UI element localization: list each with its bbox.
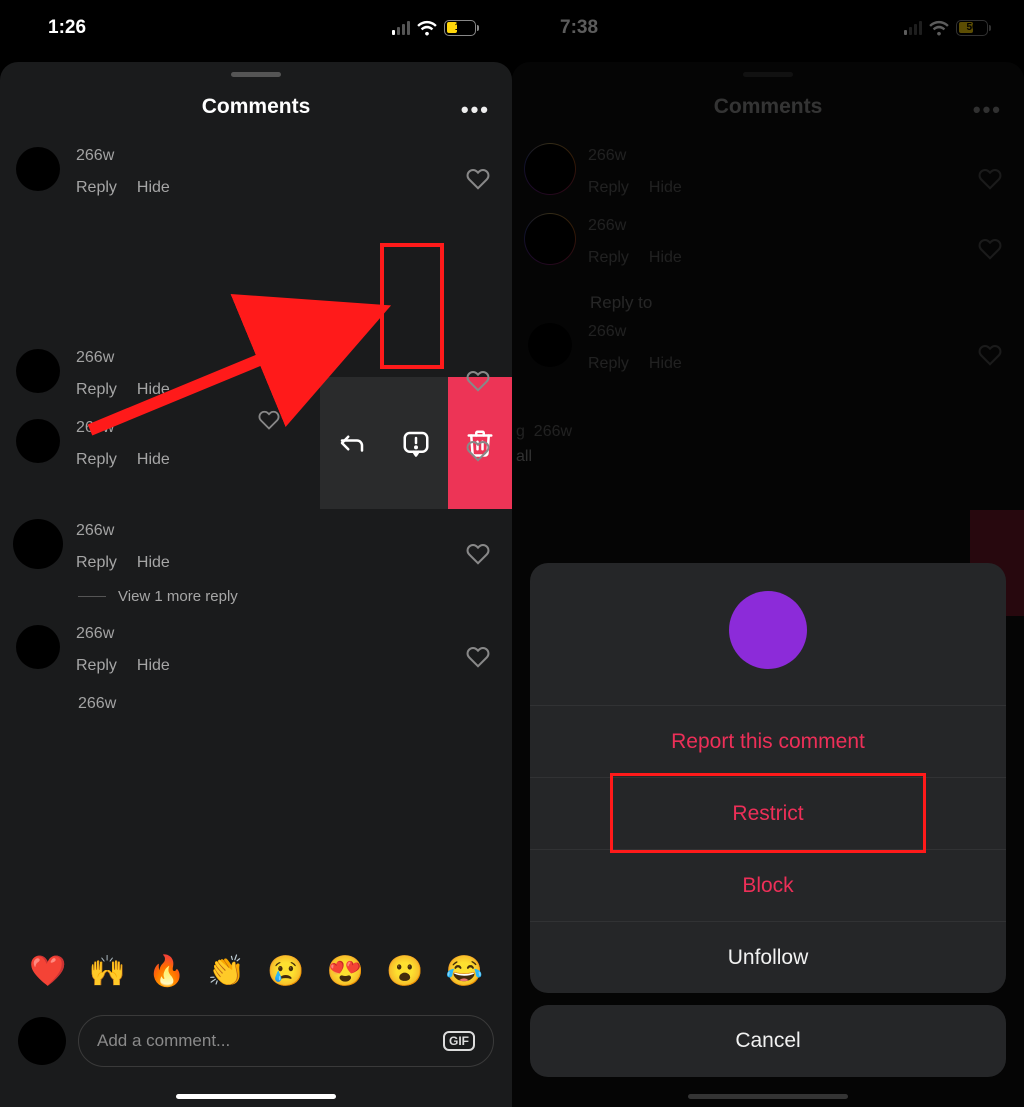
action-sheet: Report this comment Restrict Block Unfol…: [530, 563, 1006, 1089]
like-button[interactable]: [466, 369, 490, 393]
battery-indicator: 11: [444, 20, 476, 36]
my-avatar[interactable]: [18, 1017, 66, 1065]
home-indicator[interactable]: [176, 1094, 336, 1099]
sheet-title: Comments: [202, 95, 311, 119]
reply-button[interactable]: Reply: [76, 657, 117, 675]
like-button[interactable]: [466, 542, 490, 566]
comment-row[interactable]: 266w Reply Hide: [0, 409, 512, 479]
reply-button[interactable]: Reply: [76, 179, 117, 197]
avatar[interactable]: [16, 419, 60, 463]
comment-timestamp: 266w: [78, 695, 496, 713]
emoji-quick-bar: ❤️ 🙌 🔥 👏 😢 😍 😮 😂: [0, 954, 512, 989]
unfollow-button[interactable]: Unfollow: [530, 921, 1006, 993]
emoji-heart[interactable]: ❤️: [29, 954, 66, 989]
emoji-surprised[interactable]: 😮: [386, 954, 423, 989]
cancel-button[interactable]: Cancel: [530, 1005, 1006, 1077]
reply-button[interactable]: Reply: [76, 554, 117, 572]
comment-timestamp: 266w: [76, 419, 496, 437]
status-time: 1:26: [48, 17, 86, 39]
emoji-fire[interactable]: 🔥: [148, 954, 185, 989]
report-comment-button[interactable]: Report this comment: [530, 705, 1006, 777]
avatar[interactable]: [16, 625, 60, 669]
emoji-raised-hands[interactable]: 🙌: [89, 954, 126, 989]
action-sheet-avatar: [729, 591, 807, 669]
avatar[interactable]: [16, 147, 60, 191]
action-sheet-avatar-wrap: [530, 563, 1006, 705]
comment-timestamp: 266w: [76, 625, 496, 643]
view-more-replies-button[interactable]: View 1 more reply: [78, 588, 512, 605]
emoji-heart-eyes[interactable]: 😍: [327, 954, 364, 989]
reply-button[interactable]: Reply: [76, 381, 117, 399]
like-button[interactable]: [466, 167, 490, 191]
avatar-story-ring[interactable]: [16, 522, 60, 566]
hide-button[interactable]: Hide: [137, 381, 170, 399]
wifi-icon: [417, 20, 437, 36]
comment-timestamp: 266w: [76, 349, 496, 367]
comment-row[interactable]: 266w Reply Hide: [0, 512, 512, 582]
status-bar: 1:26 11: [0, 0, 512, 55]
hide-button[interactable]: Hide: [137, 179, 170, 197]
comment-timestamp: 266w: [76, 522, 496, 540]
like-button[interactable]: [466, 439, 490, 463]
avatar[interactable]: [16, 349, 60, 393]
emoji-cry[interactable]: 😢: [267, 954, 304, 989]
cellular-signal-icon: [392, 21, 410, 35]
hide-button[interactable]: Hide: [137, 451, 170, 469]
comment-input-placeholder: Add a comment...: [97, 1031, 230, 1051]
reply-button[interactable]: Reply: [76, 451, 117, 469]
comment-row[interactable]: 266w: [0, 685, 512, 719]
more-options-button[interactable]: •••: [461, 97, 490, 123]
comment-input[interactable]: Add a comment... GIF: [78, 1015, 494, 1067]
hide-button[interactable]: Hide: [137, 554, 170, 572]
comment-row[interactable]: 266w Reply Hide: [0, 615, 512, 685]
hide-button[interactable]: Hide: [137, 657, 170, 675]
emoji-clap[interactable]: 👏: [208, 954, 245, 989]
emoji-laugh[interactable]: 😂: [446, 954, 483, 989]
gif-button[interactable]: GIF: [443, 1031, 475, 1051]
like-button[interactable]: [466, 645, 490, 669]
comments-sheet: Comments ••• 266w Reply Hide: [0, 62, 512, 1107]
comment-row[interactable]: 266w Reply Hide: [0, 339, 512, 409]
restrict-button[interactable]: Restrict: [530, 777, 1006, 849]
comment-composer: Add a comment... GIF: [0, 1015, 512, 1067]
block-button[interactable]: Block: [530, 849, 1006, 921]
comment-timestamp: 266w: [76, 147, 496, 165]
comment-row[interactable]: 266w Reply Hide: [0, 137, 512, 207]
